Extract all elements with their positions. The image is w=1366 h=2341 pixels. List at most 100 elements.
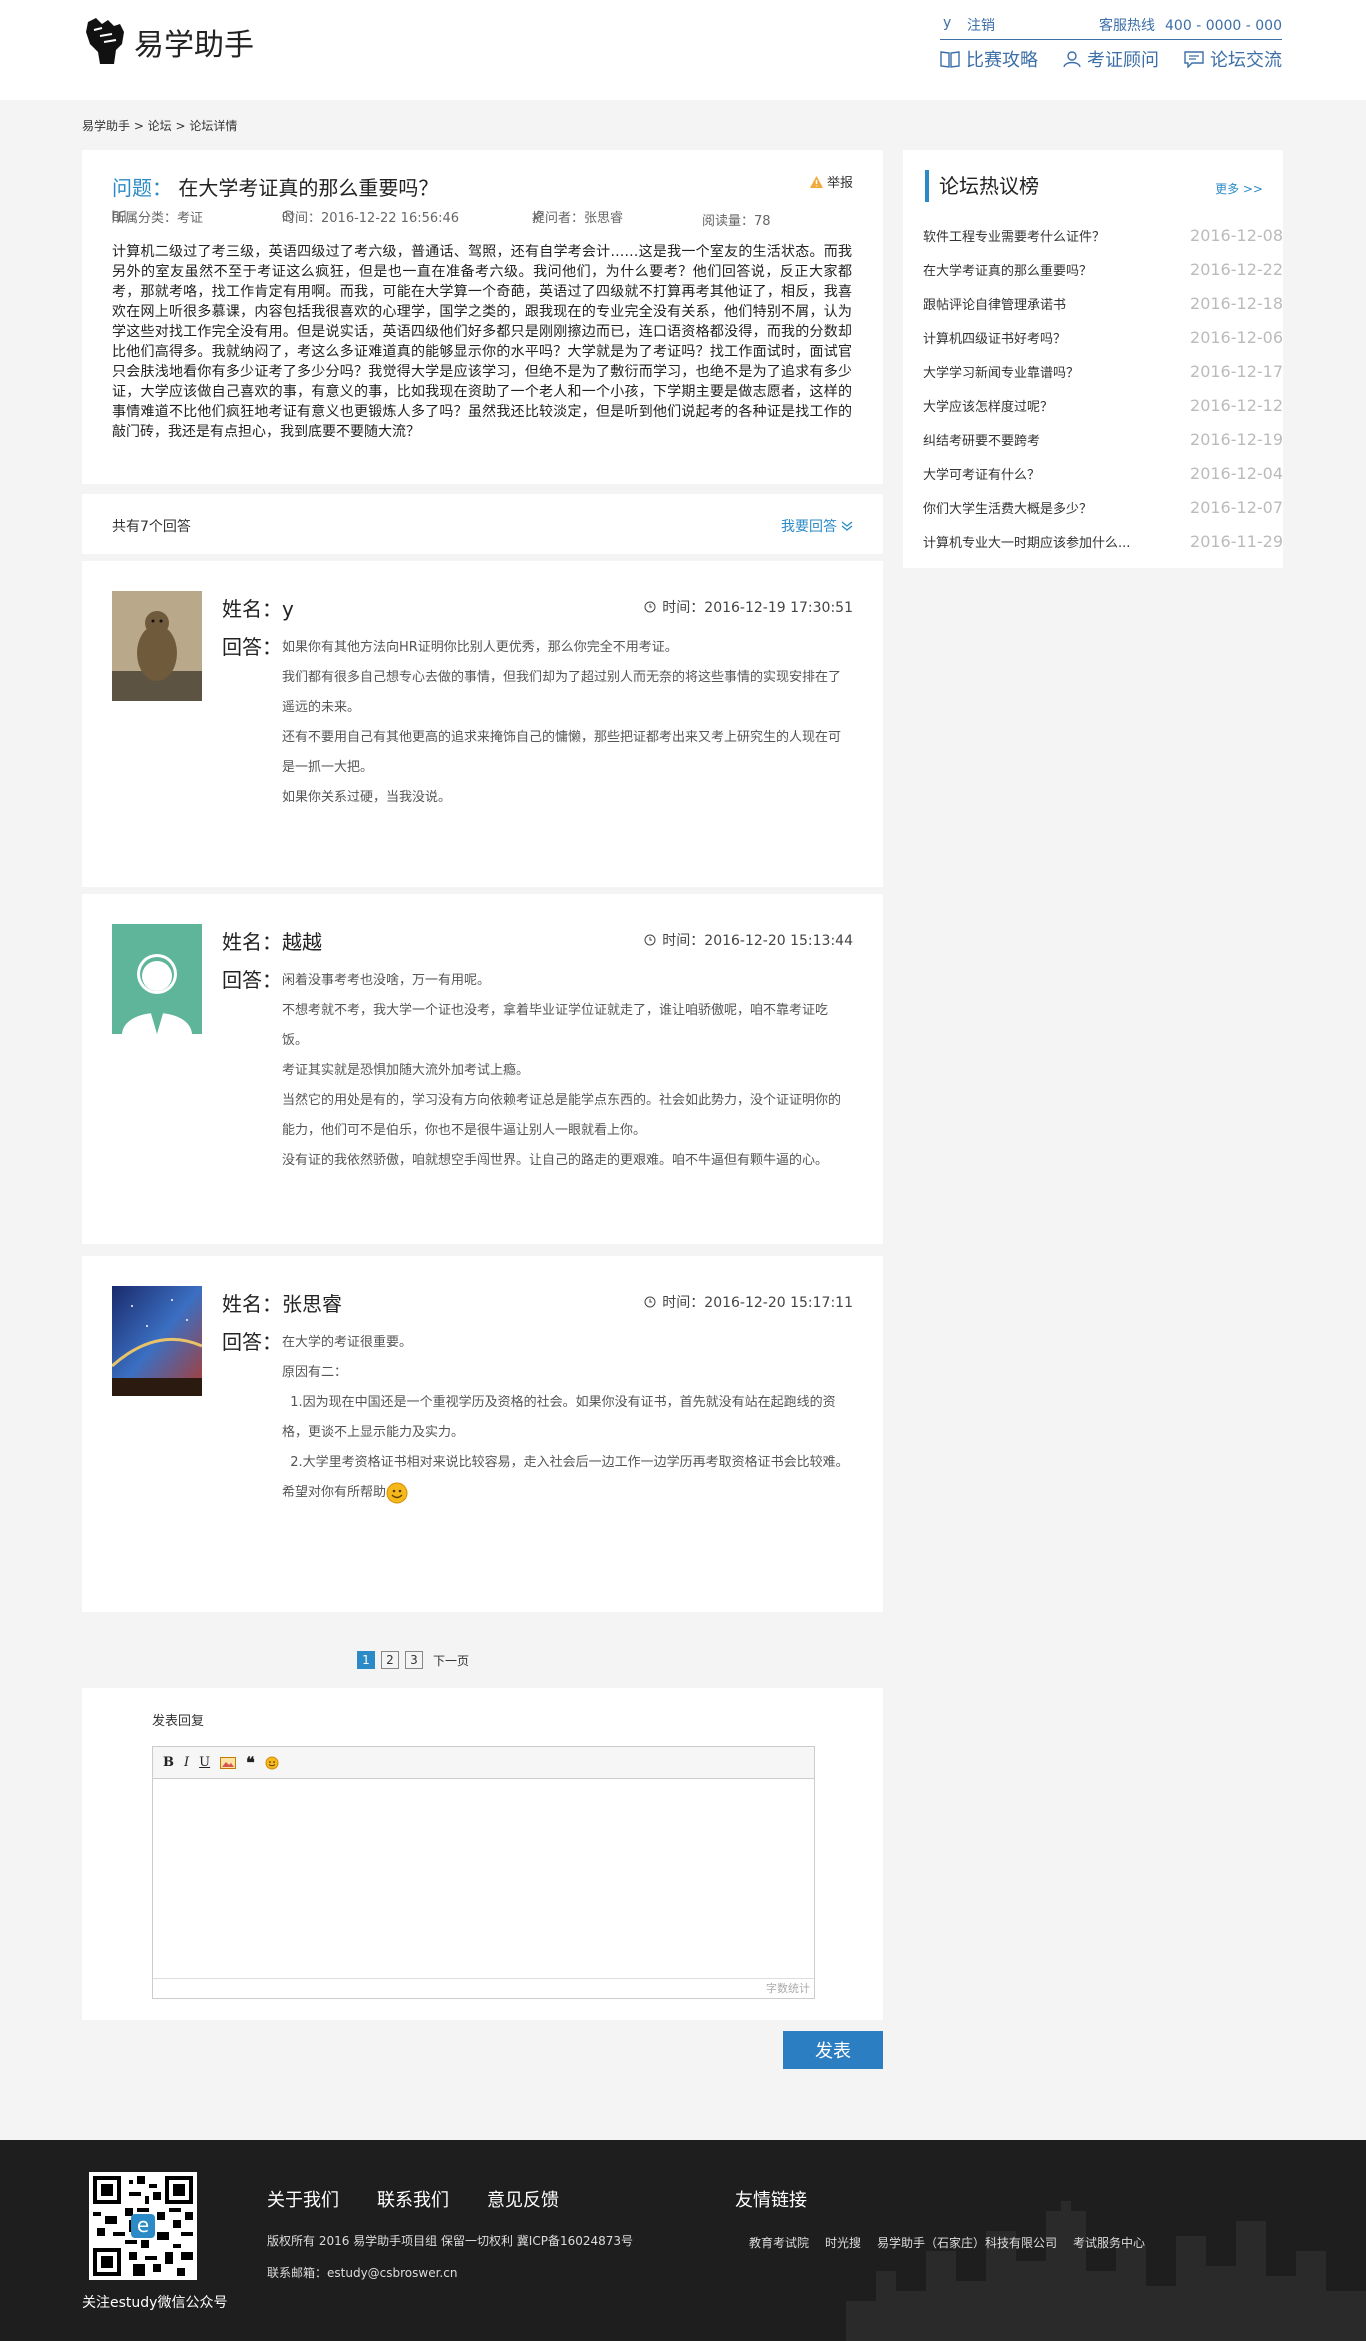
category: 所属分类：考证 [112, 210, 203, 226]
hot-topic-item[interactable]: 计算机专业大一时期应该参加什么... 2016-11-29 [923, 524, 1283, 558]
topic-date: 2016-12-18 [1190, 293, 1283, 313]
user-icon [1063, 51, 1081, 68]
answer-paragraph: 2.大学里考资格证书相对来说比较容易，走入社会后一边工作一边学历再考取资格证书会… [282, 1455, 849, 1470]
answer-paragraph: 原因有二： [282, 1365, 348, 1380]
qr-code-icon: e [93, 2176, 193, 2276]
starry-sky-photo [112, 1286, 202, 1396]
reply-label: 我要回答 [781, 519, 837, 535]
page-3-button[interactable]: 3 [405, 1651, 423, 1669]
question-card: 问题： 在大学考证真的那么重要吗？ 举报 所属分类：考证 时间：2016-12-… [82, 150, 883, 484]
friend-links: 教育考试院 时光搜 易学助手（石家庄）科技有限公司 考试服务中心 [749, 2234, 1145, 2251]
hot-topic-item[interactable]: 你们大学生活费大概是多少？ 2016-12-07 [923, 490, 1283, 524]
topic-title: 纠结考研要不要跨考 [923, 433, 1041, 449]
friend-link[interactable]: 考试服务中心 [1073, 2234, 1145, 2251]
answer-item: 姓名：y 时间：2016-12-19 17:30:51 回答： 如果你有其他方法… [82, 561, 883, 887]
clock-icon [644, 601, 656, 613]
hot-topic-item[interactable]: 软件工程专业需要考什么证件？ 2016-12-08 [923, 218, 1283, 252]
nav-label: 论坛交流 [1210, 50, 1282, 71]
avatar[interactable] [112, 1286, 202, 1396]
answer-label: 回答： [222, 635, 282, 659]
avatar[interactable] [112, 924, 202, 1034]
footer-link-feedback[interactable]: 意见反馈 [487, 2186, 559, 2212]
hot-topic-item[interactable]: 纠结考研要不要跨考 2016-12-19 [923, 422, 1283, 456]
hot-topic-item[interactable]: 计算机四级证书好考吗？ 2016-12-06 [923, 320, 1283, 354]
footer-link-contact[interactable]: 联系我们 [377, 2186, 449, 2212]
logo[interactable]: 易学助手 [82, 16, 254, 68]
quote-icon[interactable]: ❝ [246, 1753, 255, 1772]
page-1-button[interactable]: 1 [357, 1651, 375, 1669]
wechat-qr-code: e [89, 2172, 197, 2280]
answer-time-text: 时间：2016-12-20 15:17:11 [662, 1295, 853, 1311]
next-page-link[interactable]: 下一页 [433, 1652, 469, 1669]
image-icon[interactable] [220, 1756, 237, 1769]
name-value: 越越 [282, 930, 322, 954]
nav-item-competition[interactable]: 比赛攻略 [940, 46, 1038, 72]
hotline: 客服热线 400 - 0000 - 000 [1089, 15, 1282, 35]
answers-bar: 共有7个回答 我要回答 [82, 494, 883, 554]
hot-topic-item[interactable]: 大学应该怎样度过呢？ 2016-12-12 [923, 388, 1283, 422]
underline-icon[interactable]: U [199, 1755, 210, 1770]
category-text: 所属分类：考证 [112, 210, 204, 226]
reply-link[interactable]: 我要回答 [781, 516, 853, 536]
friend-link[interactable]: 时光搜 [825, 2234, 861, 2251]
editor-toolbar: B I U ❝ [153, 1747, 814, 1779]
warning-icon [809, 175, 823, 188]
answer-paragraph: 还有不要用自己有其他更高的追求来掩饰自己的慵懒，那些把证都考出来又考上研究生的人… [282, 730, 842, 775]
answer-paragraph: 闲着没事考考也没啥，万一有用呢。 [282, 973, 491, 988]
bold-icon[interactable]: B [163, 1755, 174, 1770]
editor-textarea[interactable] [153, 1779, 814, 1977]
topic-date: 2016-12-04 [1190, 463, 1283, 483]
answerer-name: 姓名：张思睿 [222, 1288, 342, 1317]
topic-title: 你们大学生活费大概是多少？ [923, 501, 1093, 517]
answer-time: 时间：2016-12-19 17:30:51 [644, 597, 853, 617]
emoji-icon[interactable] [265, 1756, 279, 1770]
nav-item-forum[interactable]: 论坛交流 [1184, 46, 1282, 72]
page-2-button[interactable]: 2 [381, 1651, 399, 1669]
hot-topic-item[interactable]: 在大学考证真的那么重要吗？ 2016-12-22 [923, 252, 1283, 286]
answer-time-text: 时间：2016-12-20 15:13:44 [662, 933, 853, 949]
clock-icon [644, 934, 656, 946]
double-chevron-down-icon [841, 521, 853, 531]
answer-paragraph-last: 希望对你有所帮助 [282, 1478, 852, 1508]
topic-title: 大学学习新闻专业靠谱吗？ [923, 365, 1080, 381]
hot-topics-sidebar: 论坛热议榜 更多 >> 软件工程专业需要考什么证件？ 2016-12-08 在大学… [903, 150, 1283, 568]
friend-link[interactable]: 易学助手（石家庄）科技有限公司 [877, 2234, 1057, 2251]
copyright: 版权所有 2016 易学助手项目组 保留一切权利 冀ICP备16024873号 [267, 2234, 634, 2248]
publish-button[interactable]: 发表 [783, 2031, 883, 2069]
answerer-name: 姓名：y [222, 593, 294, 622]
more-link[interactable]: 更多 >> [1215, 180, 1263, 197]
topic-date: 2016-12-06 [1190, 327, 1283, 347]
answer-text: 闲着没事考考也没啥，万一有用呢。 不想考就不考，我大学一个证也没考，拿着毕业证学… [282, 966, 852, 1176]
hot-topic-item[interactable]: 跟帖评论自律管理承诺书 2016-12-18 [923, 286, 1283, 320]
report-button[interactable]: 举报 [809, 172, 853, 191]
rich-text-editor: B I U ❝ 字数统计 [152, 1746, 815, 1999]
italic-icon[interactable]: I [184, 1755, 189, 1770]
pagination: 1 2 3 下一页 [357, 1651, 469, 1669]
default-avatar-icon [112, 924, 202, 1034]
reply-editor-card: 发表回复 B I U ❝ 字数统计 [82, 1688, 883, 2020]
answer-paragraph: 如果你关系过硬，当我没说。 [282, 790, 452, 805]
hot-topic-item[interactable]: 大学学习新闻专业靠谱吗？ 2016-12-17 [923, 354, 1283, 388]
answer-paragraph: 不想考就不考，我大学一个证也没考，拿着毕业证学位证就走了，谁让咱骄傲呢，咱不靠考… [282, 1003, 829, 1048]
friend-links-title: 友情链接 [735, 2190, 807, 2211]
answer-count: 共有7个回答 [112, 519, 191, 535]
friend-link[interactable]: 教育考试院 [749, 2234, 809, 2251]
logout-link[interactable]: 注销 [967, 15, 995, 35]
raised-fist-icon [86, 18, 124, 64]
topic-title: 在大学考证真的那么重要吗？ [923, 263, 1093, 279]
nav-item-advisor[interactable]: 考证顾问 [1063, 46, 1159, 72]
topic-title: 跟帖评论自律管理承诺书 [923, 297, 1067, 313]
avatar[interactable] [112, 591, 202, 701]
hot-topic-item[interactable]: 大学可考证有什么？ 2016-12-04 [923, 456, 1283, 490]
breadcrumb[interactable]: 易学助手 > 论坛 > 论坛详情 [82, 117, 237, 134]
question-label: 问题： [112, 176, 172, 200]
name-value: y [282, 597, 294, 621]
hotline-label: 客服热线 [1099, 18, 1156, 34]
main-nav: 比赛攻略 考证顾问 论坛交流 [940, 46, 1282, 72]
smiley-emoji-icon [386, 1482, 408, 1503]
footer-link-about[interactable]: 关于我们 [267, 2186, 339, 2212]
question-body: 计算机二级过了考三级，英语四级过了考六级，普通话、驾照，还有自学考会计……这是我… [112, 244, 852, 440]
topic-date: 2016-12-12 [1190, 395, 1283, 415]
username-link[interactable]: y [943, 15, 951, 31]
answer-text: 如果你有其他方法向HR证明你比别人更优秀，那么你完全不用考证。 我们都有很多自己… [282, 633, 852, 813]
